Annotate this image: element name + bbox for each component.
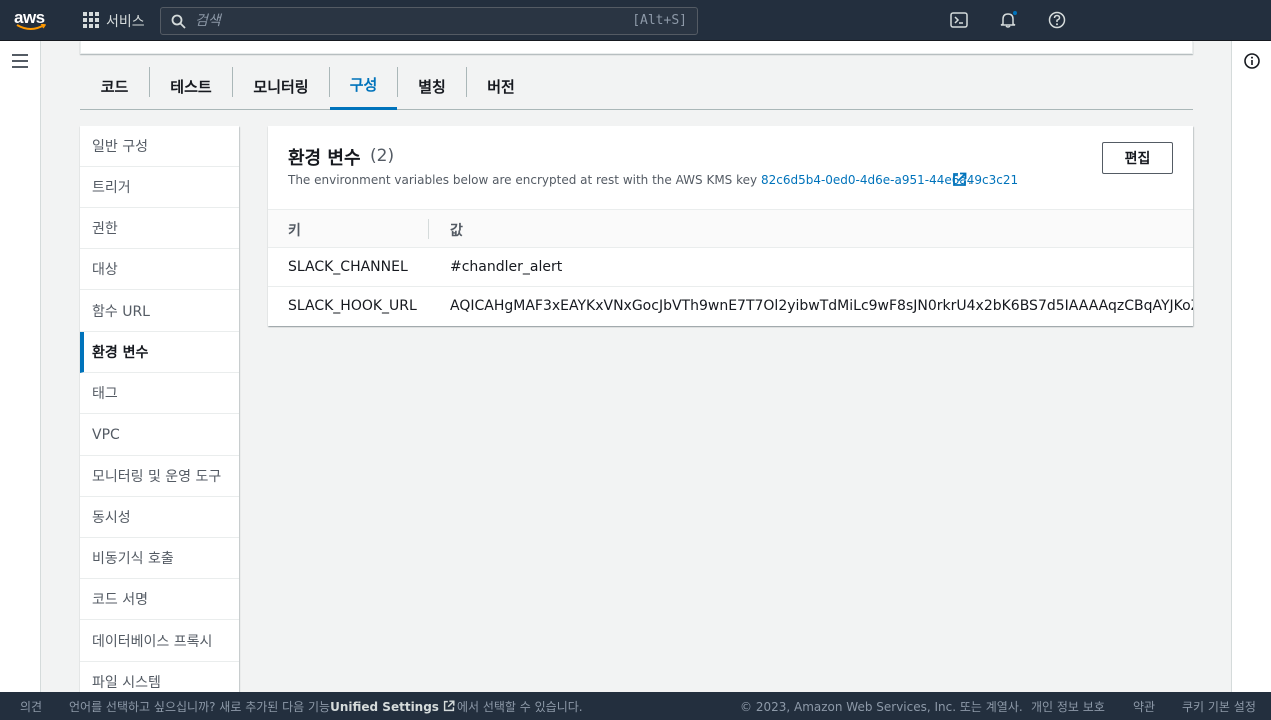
function-tabs: 코드 테스트 모니터링 구성 별칭 버전 <box>80 62 1193 110</box>
config-item-general[interactable]: 일반 구성 <box>80 126 239 167</box>
description-period: . <box>968 173 972 187</box>
configuration-side-menu: 일반 구성 트리거 권한 대상 함수 URL 환경 변수 태그 VPC 모니터링… <box>80 126 239 692</box>
services-grid-icon[interactable] <box>83 12 99 28</box>
config-item-database-proxies[interactable]: 데이터베이스 프록시 <box>80 621 239 662</box>
left-rail <box>0 41 41 692</box>
cookie-preferences-link[interactable]: 쿠키 기본 설정 <box>1182 698 1256 715</box>
search-icon <box>171 14 186 29</box>
function-overview-card-bottom <box>80 41 1193 54</box>
tab-test[interactable]: 테스트 <box>150 62 232 110</box>
privacy-link[interactable]: 개인 정보 보호 <box>1031 698 1105 715</box>
info-icon[interactable] <box>1244 53 1260 69</box>
language-notice-prefix: 언어를 선택하고 싶으십니까? 새로 추가된 다음 기능 <box>69 700 331 714</box>
column-header-key: 키 <box>288 223 301 239</box>
table-row: SLACK_CHANNEL #chandler_alert <box>268 248 1193 287</box>
config-item-async-invocation[interactable]: 비동기식 호출 <box>80 538 239 579</box>
config-item-environment-variables[interactable]: 환경 변수 <box>80 332 239 373</box>
variable-count: (2) <box>370 146 395 166</box>
search-input[interactable] <box>195 11 595 31</box>
column-header-value: 값 <box>450 223 463 239</box>
language-notice: 언어를 선택하고 싶으십니까? 새로 추가된 다음 기능Unified Sett… <box>69 698 583 715</box>
tab-aliases[interactable]: 별칭 <box>398 62 466 110</box>
column-divider <box>428 219 429 239</box>
table-header: 키 값 <box>268 209 1193 248</box>
variable-key: SLACK_HOOK_URL <box>288 298 417 314</box>
cloudshell-icon[interactable] <box>950 11 968 29</box>
config-item-destinations[interactable]: 대상 <box>80 249 239 290</box>
copyright-text: © 2023, Amazon Web Services, Inc. 또는 계열사… <box>740 700 1023 714</box>
config-item-file-systems[interactable]: 파일 시스템 <box>80 662 239 692</box>
config-item-vpc[interactable]: VPC <box>80 415 239 456</box>
right-rail <box>1231 41 1271 692</box>
tab-configuration[interactable]: 구성 <box>330 62 397 110</box>
config-item-permissions[interactable]: 권한 <box>80 208 239 249</box>
edit-button[interactable]: 편집 <box>1102 142 1173 174</box>
tab-monitoring[interactable]: 모니터링 <box>233 62 329 110</box>
help-icon[interactable] <box>1048 11 1066 29</box>
tab-code[interactable]: 코드 <box>80 62 149 110</box>
description-text: The environment variables below are encr… <box>288 173 758 187</box>
variable-value: #chandler_alert <box>450 259 563 275</box>
config-item-concurrency[interactable]: 동시성 <box>80 497 239 538</box>
terms-link[interactable]: 약관 <box>1133 698 1155 715</box>
search-box[interactable]: [Alt+S] <box>160 7 698 35</box>
language-notice-suffix: 에서 선택할 수 있습니다. <box>456 700 583 714</box>
panel-description: The environment variables below are encr… <box>288 173 1018 187</box>
config-item-function-url[interactable]: 함수 URL <box>80 291 239 332</box>
external-link-icon[interactable] <box>952 172 967 187</box>
search-shortcut: [Alt+S] <box>632 13 687 28</box>
config-item-tags[interactable]: 태그 <box>80 373 239 414</box>
config-item-monitoring-tools[interactable]: 모니터링 및 운영 도구 <box>80 456 239 497</box>
variable-value: AQICAHgMAF3xEAYKxVNxGocJbVTh9wnE7T7Ol2yi… <box>450 298 1193 314</box>
aws-logo[interactable]: aws <box>14 8 54 32</box>
unified-settings-link[interactable]: Unified Settings <box>330 700 439 714</box>
notifications-bell-icon[interactable] <box>999 11 1017 29</box>
feedback-link[interactable]: 의견 <box>20 698 42 715</box>
kms-key-link[interactable]: 82c6d5b4-0ed0-4d6e-a951-44e6a49c3c21 <box>761 173 1018 187</box>
external-link-icon <box>443 700 455 712</box>
table-row: SLACK_HOOK_URL AQICAHgMAF3xEAYKxVNxGocJb… <box>268 287 1193 326</box>
hamburger-menu-icon[interactable] <box>12 54 28 68</box>
environment-variables-panel: 환경 변수 (2) The environment variables belo… <box>268 126 1193 326</box>
aws-smile-icon <box>16 24 46 30</box>
services-menu[interactable]: 서비스 <box>106 11 145 31</box>
top-navigation: aws 서비스 [Alt+S] <box>0 0 1271 41</box>
tab-versions[interactable]: 버전 <box>467 62 535 110</box>
config-item-triggers[interactable]: 트리거 <box>80 167 239 208</box>
panel-title: 환경 변수 <box>288 148 361 169</box>
config-item-code-signing[interactable]: 코드 서명 <box>80 579 239 620</box>
console-footer: 의견 언어를 선택하고 싶으십니까? 새로 추가된 다음 기능Unified S… <box>0 692 1271 720</box>
variable-key: SLACK_CHANNEL <box>288 259 408 275</box>
